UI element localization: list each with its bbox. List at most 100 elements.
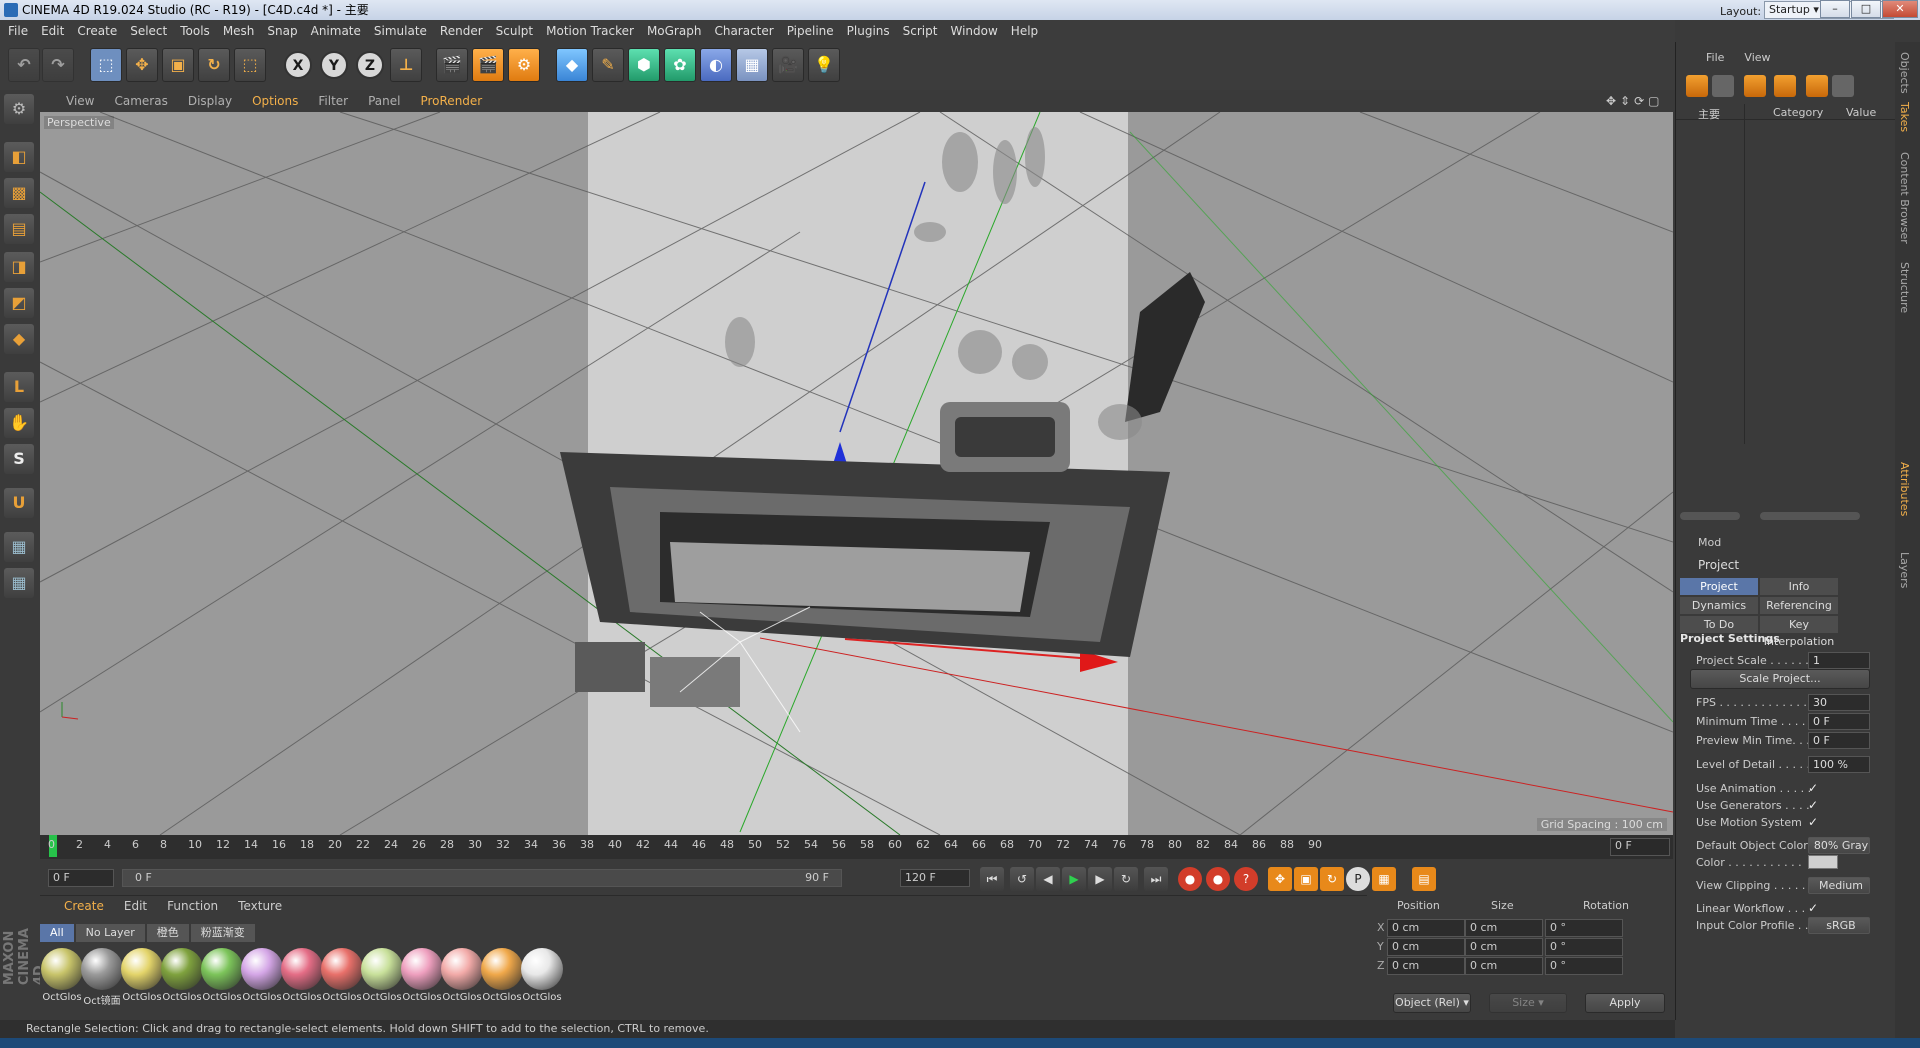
side-tab-content-browser[interactable]: Content Browser <box>1898 152 1911 244</box>
om-menu-view[interactable]: View <box>1744 51 1770 64</box>
material-swatch[interactable]: OctGlos <box>440 948 484 1003</box>
snapping-icon[interactable]: S <box>4 444 34 474</box>
material-swatch[interactable]: OctGlos <box>400 948 444 1003</box>
points-mode-icon[interactable]: ◨ <box>4 252 34 282</box>
menu-item-snap[interactable]: Snap <box>267 24 297 38</box>
render-view-icon[interactable]: 🎬 <box>436 48 468 82</box>
tweak-mode-icon[interactable]: ✋ <box>4 408 34 438</box>
attribute-value-field[interactable]: 30 <box>1808 694 1870 711</box>
rotation-field[interactable]: 0 ° <box>1545 938 1623 956</box>
make-editable-icon[interactable]: ⚙ <box>4 94 34 124</box>
menu-item-render[interactable]: Render <box>440 24 483 38</box>
side-tab-takes[interactable]: Takes <box>1898 102 1911 132</box>
material-menu-create[interactable]: Create <box>64 899 104 913</box>
record-scale-icon[interactable]: ▣ <box>1294 867 1318 891</box>
menu-item-sculpt[interactable]: Sculpt <box>496 24 533 38</box>
om-scrollbar-right[interactable] <box>1760 512 1860 520</box>
y-axis-lock-icon[interactable]: Y <box>320 51 348 79</box>
attribute-checkbox[interactable]: ✓ <box>1808 781 1822 795</box>
timeline-window-icon[interactable]: ▤ <box>1412 867 1436 891</box>
side-tab-layers[interactable]: Layers <box>1898 552 1911 588</box>
menu-item-pipeline[interactable]: Pipeline <box>787 24 834 38</box>
menu-item-select[interactable]: Select <box>130 24 167 38</box>
attribute-value-field[interactable]: 1 <box>1808 652 1870 669</box>
play-forward-icon[interactable]: ▶ <box>1062 867 1086 891</box>
menu-item-window[interactable]: Window <box>950 24 997 38</box>
polygons-mode-icon[interactable]: ◆ <box>4 324 34 354</box>
go-to-start-icon[interactable]: ⏮ <box>980 867 1004 891</box>
previous-key-icon[interactable]: ↺ <box>1010 867 1034 891</box>
attribute-tab-referencing[interactable]: Referencing <box>1760 597 1838 614</box>
viewport-menu-prorender[interactable]: ProRender <box>420 94 482 108</box>
live-selection-icon[interactable]: ⬚ <box>90 48 122 82</box>
viewport-menu-display[interactable]: Display <box>188 94 232 108</box>
menu-item-tools[interactable]: Tools <box>180 24 210 38</box>
planar-workplane-icon[interactable]: ▦ <box>4 568 34 598</box>
main-take-label[interactable]: 主要 <box>1698 106 1720 122</box>
record-pla-icon[interactable]: ▦ <box>1372 867 1396 891</box>
attribute-value-field[interactable]: sRGB <box>1808 917 1870 934</box>
menu-item-mesh[interactable]: Mesh <box>223 24 255 38</box>
attribute-value-field[interactable]: 80% Gray <box>1808 837 1870 854</box>
om-menu-file[interactable]: File <box>1706 51 1724 64</box>
render-settings-icon[interactable]: ⚙ <box>508 48 540 82</box>
workplane-mode-icon[interactable]: ▤ <box>4 214 34 244</box>
rotation-field[interactable]: 0 ° <box>1545 919 1623 937</box>
floor-environment-icon[interactable]: ▦ <box>736 48 768 82</box>
pen-spline-icon[interactable]: ✎ <box>592 48 624 82</box>
color-swatch[interactable] <box>1808 855 1838 869</box>
material-menu-texture[interactable]: Texture <box>238 899 282 913</box>
magnet-icon[interactable]: U <box>4 488 34 518</box>
attribute-value-field[interactable]: 0 F <box>1808 713 1870 730</box>
position-field[interactable]: 0 cm <box>1387 938 1465 956</box>
texture-mode-icon[interactable]: ▩ <box>4 178 34 208</box>
material-menu-edit[interactable]: Edit <box>124 899 147 913</box>
viewport-menu-options[interactable]: Options <box>252 94 298 108</box>
position-field[interactable]: 0 cm <box>1387 957 1465 975</box>
material-filter-tab[interactable]: No Layer <box>75 924 145 942</box>
attribute-tab-project-settings[interactable]: Project Settings <box>1680 578 1758 610</box>
menu-item-create[interactable]: Create <box>77 24 117 38</box>
camera-icon[interactable]: 🎥 <box>772 48 804 82</box>
next-frame-icon[interactable]: ▶ <box>1088 867 1112 891</box>
takes-add-icon[interactable] <box>1686 75 1708 97</box>
scale-tool-icon[interactable]: ▣ <box>162 48 194 82</box>
attribute-tab-info[interactable]: Info <box>1760 578 1838 595</box>
edges-mode-icon[interactable]: ◩ <box>4 288 34 318</box>
light-icon[interactable]: 💡 <box>808 48 840 82</box>
material-swatch[interactable]: OctGlos <box>120 948 164 1003</box>
menu-item-file[interactable]: File <box>8 24 28 38</box>
attribute-mode-menu[interactable]: Mod <box>1698 536 1721 549</box>
start-frame-field[interactable]: 0 F <box>48 869 114 887</box>
undo-button[interactable]: ↶ <box>8 48 40 82</box>
viewport-menu-cameras[interactable]: Cameras <box>114 94 167 108</box>
render-picture-viewer-icon[interactable]: 🎬 <box>472 48 504 82</box>
subdivision-surface-icon[interactable]: ⬢ <box>628 48 660 82</box>
go-to-end-icon[interactable]: ⏭ <box>1144 867 1168 891</box>
material-filter-tab[interactable]: 橙色 <box>146 924 189 942</box>
x-axis-lock-icon[interactable]: X <box>284 51 312 79</box>
next-key-icon[interactable]: ↻ <box>1114 867 1138 891</box>
viewport-menu-view[interactable]: View <box>66 94 94 108</box>
side-tab-attributes[interactable]: Attributes <box>1898 462 1911 516</box>
apply-button[interactable]: Apply <box>1585 993 1665 1013</box>
auto-take-icon[interactable] <box>1774 75 1796 97</box>
render-take-icon[interactable] <box>1806 75 1828 97</box>
takes-clone-icon[interactable] <box>1712 75 1734 97</box>
side-tab-objects[interactable]: Objects <box>1898 52 1911 94</box>
record-position-icon[interactable]: ✥ <box>1268 867 1292 891</box>
menu-item-help[interactable]: Help <box>1011 24 1038 38</box>
material-swatch[interactable]: OctGlos <box>320 948 364 1003</box>
menu-item-script[interactable]: Script <box>903 24 938 38</box>
autokeying-icon[interactable]: ● <box>1206 867 1230 891</box>
redo-button[interactable]: ↷ <box>42 48 74 82</box>
end-frame-field[interactable]: 120 F <box>900 869 970 887</box>
size-field[interactable]: 0 cm <box>1465 919 1543 937</box>
attribute-value-field[interactable]: 100 % <box>1808 756 1870 773</box>
current-frame-field[interactable]: 0 F <box>1610 838 1670 856</box>
attribute-tab-to-do[interactable]: To Do <box>1680 616 1758 633</box>
viewport-nav-icons[interactable]: ✥⇕⟳▢ <box>1606 94 1664 108</box>
lock-workplane-icon[interactable]: ▦ <box>4 532 34 562</box>
material-swatch[interactable]: Oct镜面 <box>80 948 124 1007</box>
attribute-checkbox[interactable]: ✓ <box>1808 901 1822 915</box>
